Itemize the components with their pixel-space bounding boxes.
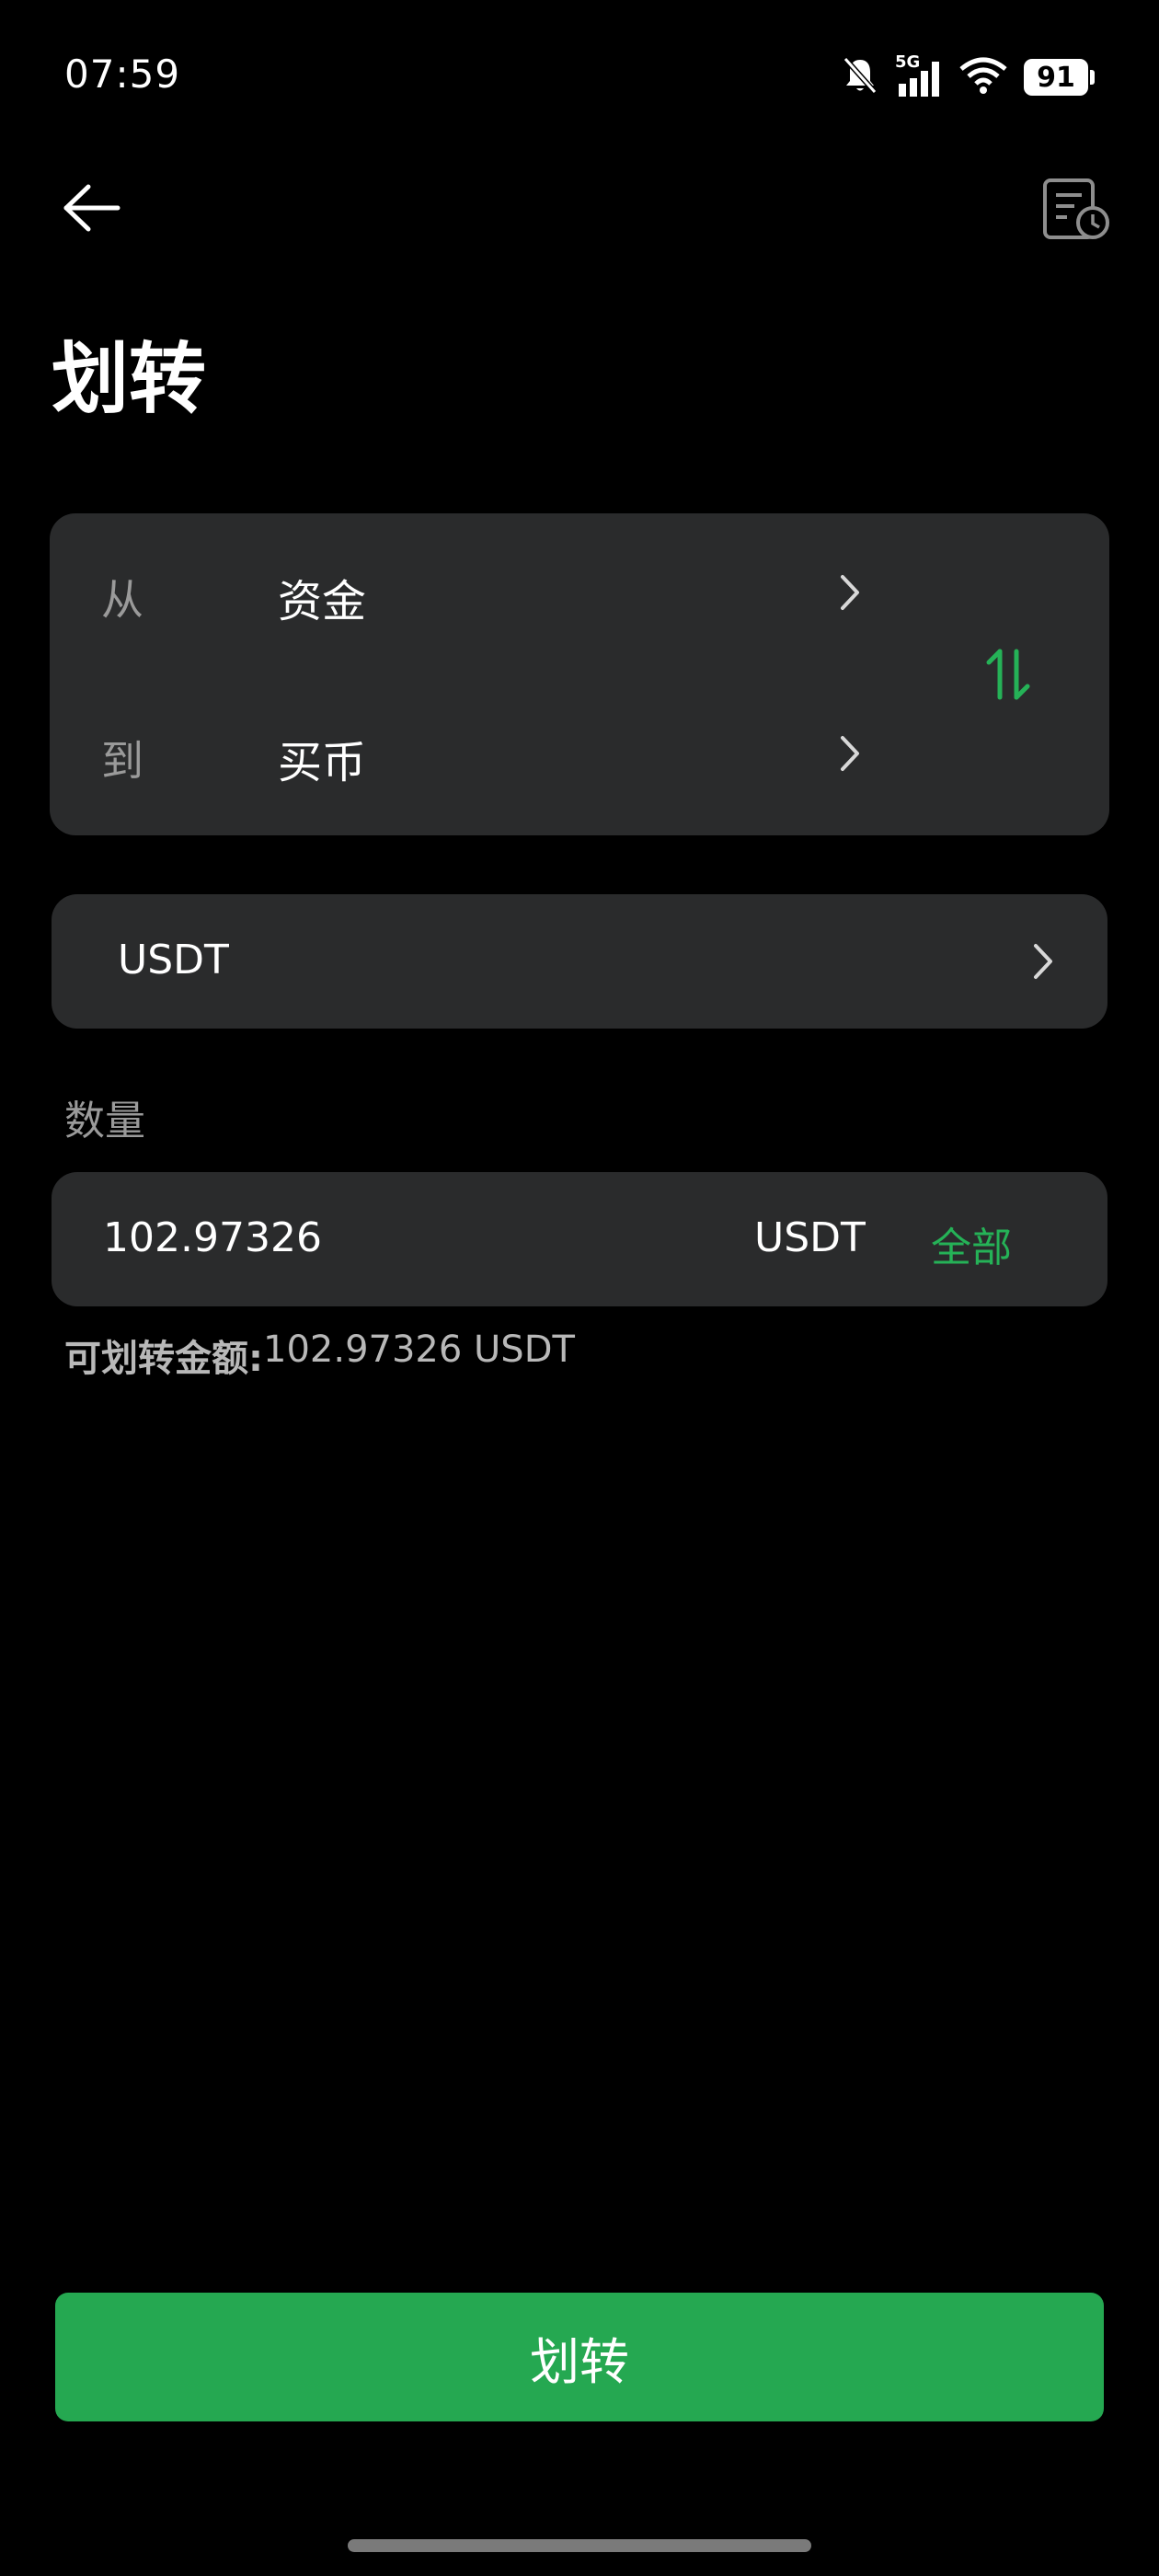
to-label: 到 [101, 736, 143, 786]
transfer-accounts-card: 从 资金 到 买币 [50, 513, 1109, 835]
page-title: 划转 [52, 334, 207, 424]
signal-icon: 5G [895, 52, 943, 98]
quantity-unit: USDT [754, 1214, 866, 1261]
coin-selector[interactable]: USDT [52, 894, 1107, 1029]
swap-vertical-icon [986, 649, 1030, 700]
bell-muted-icon [842, 55, 878, 99]
chevron-right-icon [833, 731, 866, 776]
transfer-submit-button[interactable]: 划转 [55, 2293, 1104, 2421]
chevron-right-icon [833, 570, 866, 615]
home-indicator[interactable] [348, 2539, 811, 2552]
arrow-left-icon [63, 184, 120, 232]
back-button[interactable] [55, 175, 129, 241]
coin-selected-value: USDT [118, 937, 229, 983]
available-value: 102.97326 USDT [263, 1328, 575, 1371]
quantity-field[interactable]: 102.97326 USDT 全部 [52, 1172, 1107, 1306]
history-button[interactable] [1038, 171, 1115, 248]
from-label: 从 [101, 575, 143, 625]
swap-button[interactable] [971, 633, 1045, 716]
to-account-value: 买币 [278, 737, 367, 788]
to-row[interactable]: 到 买币 [50, 674, 933, 835]
max-all-button[interactable]: 全部 [931, 1214, 1012, 1273]
chevron-right-icon [1027, 939, 1060, 983]
battery-icon: 91 [1024, 59, 1095, 96]
available-amount: 可划转金额: 102.97326 USDT [64, 1328, 575, 1382]
wifi-icon [959, 56, 1007, 98]
status-icons: 5G 91 [842, 52, 1095, 99]
document-clock-icon [1043, 178, 1109, 239]
quantity-input-value[interactable]: 102.97326 [103, 1214, 322, 1261]
from-row[interactable]: 从 资金 [50, 513, 933, 674]
status-time: 07:59 [64, 52, 181, 97]
from-account-value: 资金 [278, 576, 367, 627]
battery-level: 91 [1024, 59, 1088, 96]
quantity-label: 数量 [64, 1098, 145, 1144]
available-label: 可划转金额: [64, 1338, 263, 1380]
